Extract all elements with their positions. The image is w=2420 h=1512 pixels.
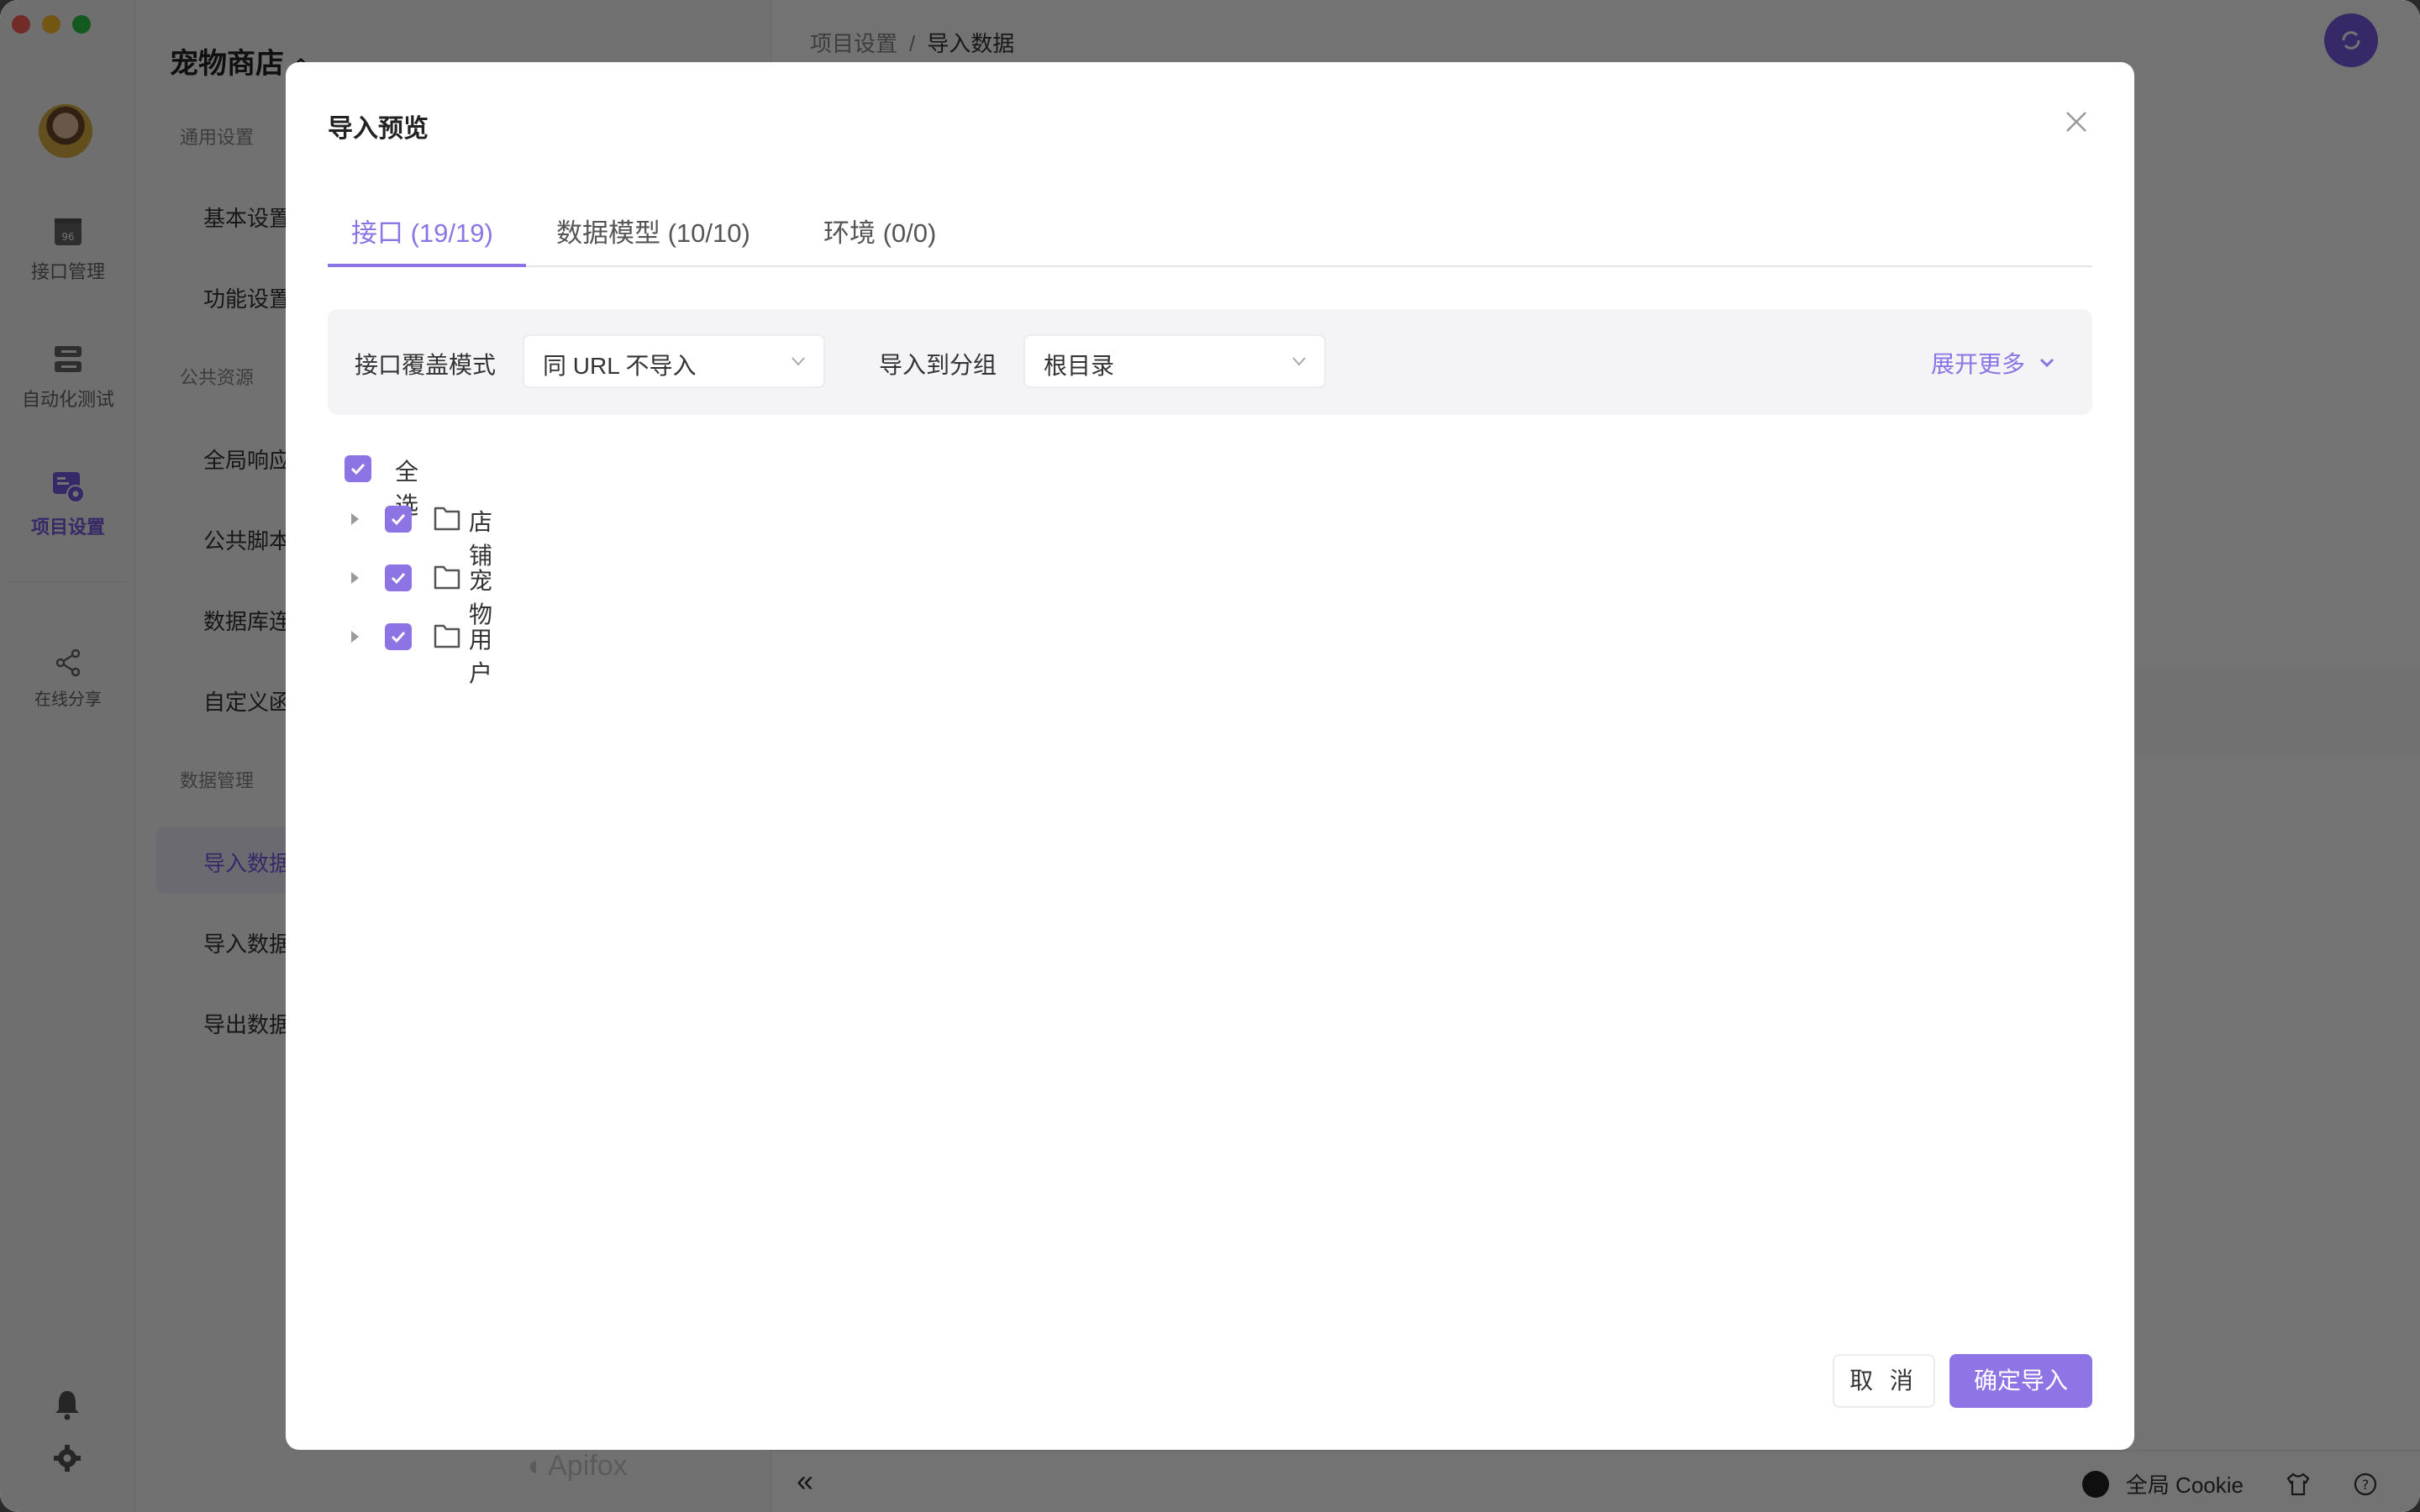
modal-title: 导入预览 (328, 115, 429, 143)
folder-icon (434, 507, 460, 531)
override-mode-select[interactable]: 同 URL 不导入 (523, 334, 825, 388)
target-group-label: 导入到分组 (879, 352, 997, 378)
tab-api[interactable]: 接口 (19/19) (351, 212, 493, 249)
tab-environments[interactable]: 环境 (0/0) (823, 212, 936, 249)
tree-item-label[interactable]: 用户 (469, 622, 492, 689)
import-options-bar: 接口覆盖模式 同 URL 不导入 导入到分组 根目录 展开更多 (328, 309, 2092, 415)
chevron-down-icon (2039, 358, 2054, 368)
check-icon (391, 572, 406, 585)
cancel-button[interactable]: 取 消 (1833, 1354, 1935, 1408)
import-preview-modal: 导入预览 接口 (19/19) 数据模型 (10/10) 环境 (0/0) 接口… (286, 62, 2134, 1450)
tree-checkbox[interactable] (385, 623, 412, 650)
tab-data-models[interactable]: 数据模型 (10/10) (556, 212, 750, 249)
tree-item-label[interactable]: 店铺 (469, 504, 492, 571)
caret-right-icon[interactable] (351, 631, 359, 643)
close-icon[interactable] (2064, 109, 2089, 134)
folder-icon (434, 565, 460, 590)
caret-right-icon[interactable] (351, 513, 359, 525)
tree-checkbox[interactable] (385, 506, 412, 533)
folder-icon (434, 624, 460, 648)
tree-item-label[interactable]: 宠物 (469, 563, 492, 630)
expand-more-label: 展开更多 (1930, 351, 2025, 377)
tree-checkbox[interactable] (385, 564, 412, 591)
import-tabs: 接口 (19/19) 数据模型 (10/10) 环境 (0/0) (328, 197, 2092, 267)
target-group-select[interactable]: 根目录 (1023, 334, 1326, 388)
chevron-down-icon (792, 357, 805, 366)
expand-more-button[interactable]: 展开更多 (1931, 346, 2055, 380)
chevron-down-icon (1292, 357, 1306, 366)
app-window: 96 接口管理 自动化测试 项目设置 在线分享 宠物商店⌃ 通用设置 基本设置 … (0, 0, 2420, 1512)
select-all-checkbox[interactable] (345, 455, 371, 482)
target-group-value: 根目录 (1044, 353, 1115, 379)
caret-right-icon[interactable] (351, 572, 359, 584)
check-icon (350, 463, 366, 475)
override-mode-value: 同 URL 不导入 (543, 353, 697, 379)
confirm-import-button[interactable]: 确定导入 (1949, 1354, 2092, 1408)
override-mode-label: 接口覆盖模式 (355, 352, 497, 378)
check-icon (391, 631, 406, 643)
check-icon (391, 513, 406, 526)
tab-active-indicator (328, 264, 526, 267)
